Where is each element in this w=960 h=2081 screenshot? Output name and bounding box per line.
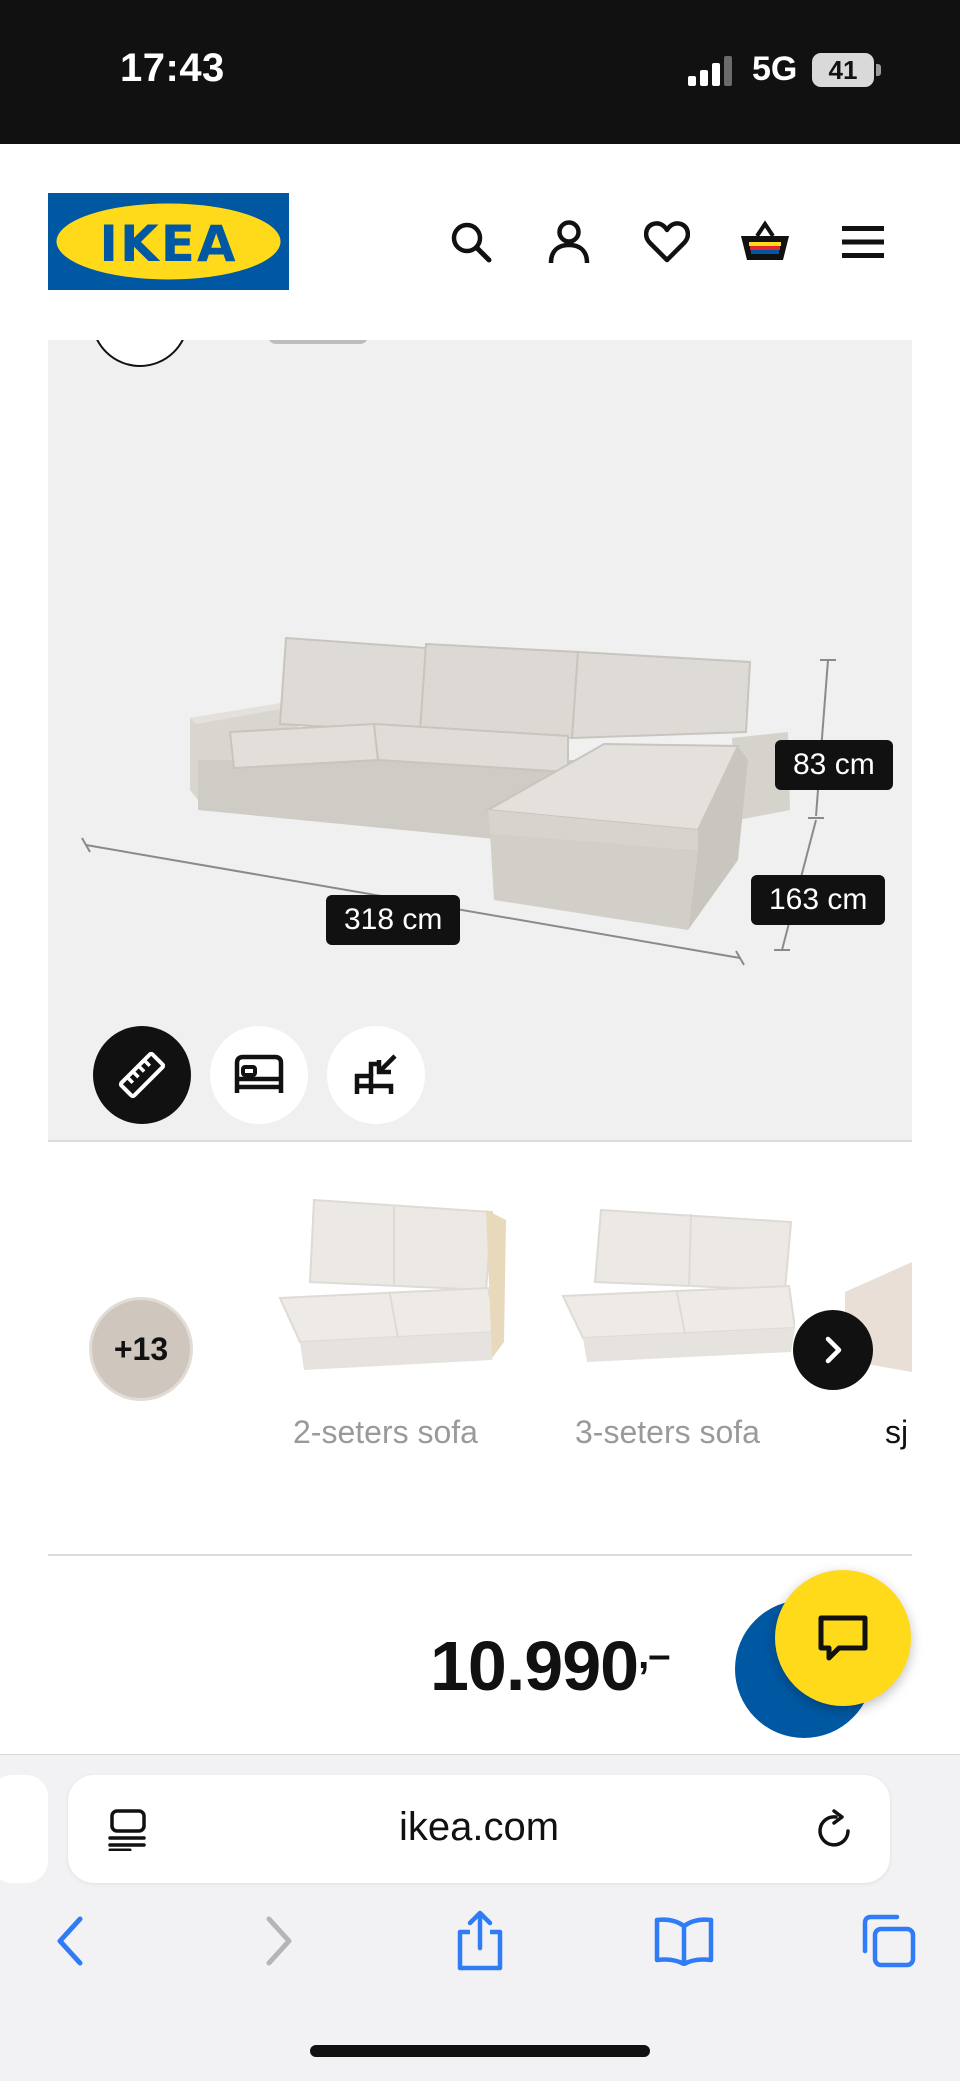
logo-text: IKEA [99,215,238,273]
more-variants-badge[interactable]: +13 [89,1297,193,1401]
convert-icon [354,1054,397,1094]
variant-2-seat-image [278,1198,506,1370]
price-amount: 10.990 [430,1627,639,1705]
variant-3-seat-label[interactable]: 3-seters sofa [575,1414,760,1451]
status-bar: 17:43 5G 41 [0,0,960,144]
battery-icon: 41 [812,53,874,87]
status-time: 17:43 [120,46,225,90]
bookmarks-icon[interactable] [648,1905,720,1977]
price-suffix: ,– [638,1633,670,1677]
chat-icon [818,1615,868,1661]
product-price: 10.990,– [430,1626,670,1706]
search-icon[interactable] [443,214,499,270]
bed-view-button[interactable] [210,1026,308,1124]
address-bar[interactable]: ikea.com [68,1775,890,1883]
back-icon[interactable] [35,1905,107,1977]
battery-level: 41 [828,54,858,85]
home-indicator [310,2045,650,2057]
browser-toolbar: ikea.com [0,1754,960,2081]
share-icon[interactable] [444,1905,516,1977]
section-divider [48,1554,912,1556]
variant-next-label-clip: sj [885,1414,912,1451]
variant-next-label[interactable]: sj [885,1414,912,1451]
carousel-next-button[interactable] [793,1310,873,1390]
product-image[interactable]: 83 cm 163 cm 318 cm [48,340,912,1142]
height-dimension-label: 83 cm [775,740,893,790]
depth-dimension-label: 163 cm [751,875,886,925]
ruler-icon [118,1051,166,1099]
forward-icon[interactable] [242,1905,314,1977]
variant-3-seat[interactable] [555,1200,797,1380]
bed-icon [234,1054,284,1093]
battery-tip [876,64,881,76]
cart-icon[interactable] [737,214,793,270]
chat-button[interactable] [775,1570,911,1706]
ikea-logo[interactable]: IKEA [48,193,289,290]
variant-3-seat-image [561,1208,797,1362]
variant-2-seat-label[interactable]: 2-seters sofa [293,1414,478,1451]
variant-2-seat[interactable] [270,1190,510,1380]
network-type: 5G [752,50,798,88]
previous-tab-preview[interactable] [0,1775,48,1883]
account-icon[interactable] [541,214,597,270]
menu-icon[interactable] [835,214,891,270]
chevron-right-icon [825,1336,842,1364]
heart-icon[interactable] [639,214,695,270]
measurements-view-button[interactable] [93,1026,191,1124]
width-dimension-label: 318 cm [326,895,461,945]
tabs-icon[interactable] [852,1905,924,1977]
convert-view-button[interactable] [327,1026,425,1124]
url-text[interactable]: ikea.com [68,1805,890,1850]
reload-icon[interactable] [814,1809,856,1851]
signal-icon [688,56,732,86]
site-header: IKEA [0,144,960,340]
